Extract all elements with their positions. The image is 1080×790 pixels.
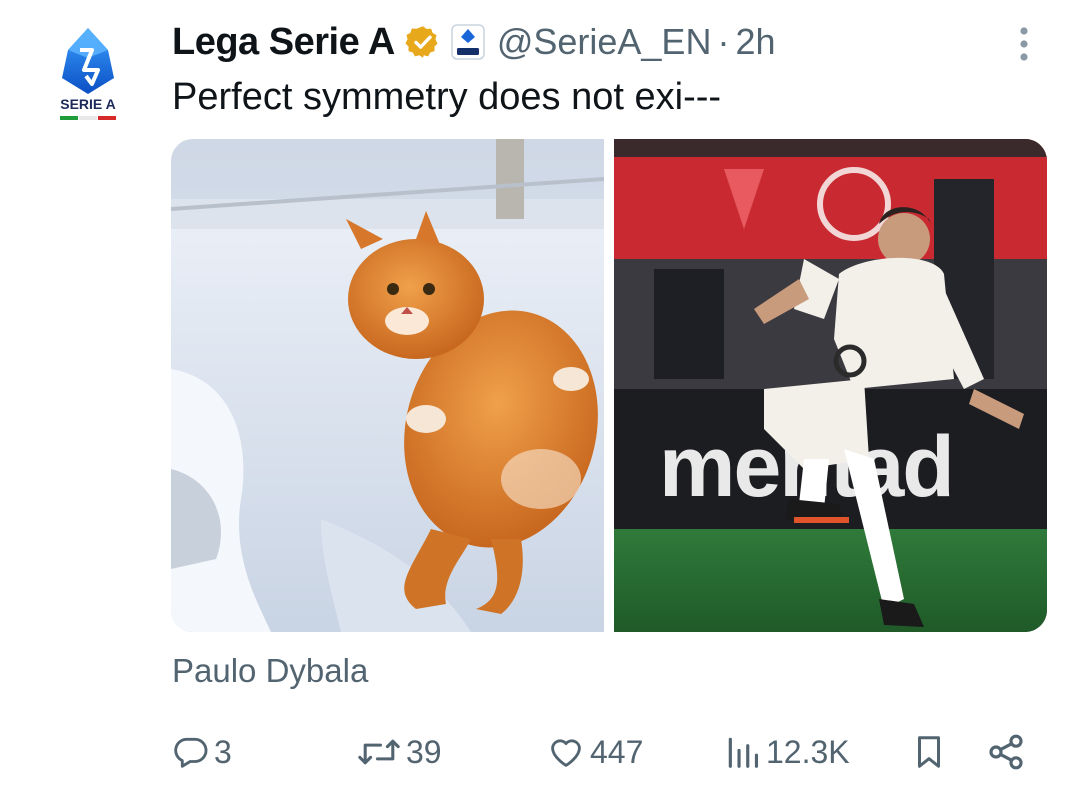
- analytics-icon: [728, 737, 759, 768]
- retweet-icon: [358, 739, 400, 765]
- heart-icon: [551, 739, 581, 767]
- share-icon: [989, 734, 1023, 770]
- retweet-count: 39: [406, 733, 442, 770]
- bookmark-icon: [917, 736, 941, 768]
- account-handle[interactable]: @SerieA_EN: [497, 21, 712, 63]
- verified-badge-icon[interactable]: [405, 24, 441, 60]
- account-avatar[interactable]: SERIE A: [46, 20, 130, 130]
- tweet-text: Perfect symmetry does not exi---: [172, 76, 722, 118]
- image-cat[interactable]: [171, 139, 604, 632]
- reply-button[interactable]: 3: [172, 728, 232, 776]
- like-button[interactable]: 447: [546, 728, 643, 776]
- share-button[interactable]: [986, 728, 1026, 776]
- reply-icon: [174, 737, 208, 768]
- orange-cat-leaping-in-snow-icon: [171, 139, 604, 632]
- affiliate-badge-icon[interactable]: [451, 24, 485, 60]
- reply-count: 3: [214, 733, 232, 770]
- like-count: 447: [590, 733, 644, 770]
- serie-a-logo-icon: SERIE A: [60, 28, 116, 120]
- more-options-button[interactable]: [1006, 24, 1042, 64]
- display-name[interactable]: Lega Serie A: [172, 21, 395, 64]
- more-vertical-icon: [1020, 27, 1028, 61]
- bookmark-button[interactable]: [910, 728, 948, 776]
- tweet-header: Lega Serie A @SerieA_EN · 2h: [172, 14, 776, 70]
- logo-text: SERIE A: [60, 96, 116, 112]
- timestamp[interactable]: 2h: [735, 21, 775, 63]
- image-footballer[interactable]: mentad: [614, 139, 1047, 632]
- view-count: 12.3K: [766, 733, 850, 770]
- separator-dot: ·: [717, 21, 730, 62]
- views-button[interactable]: 12.3K: [724, 728, 850, 776]
- media-grid: mentad: [171, 139, 1047, 632]
- footballer-kicking-ball-icon: mentad: [614, 139, 1047, 632]
- media-caption: Paulo Dybala: [172, 652, 369, 689]
- retweet-button[interactable]: 39: [356, 728, 442, 776]
